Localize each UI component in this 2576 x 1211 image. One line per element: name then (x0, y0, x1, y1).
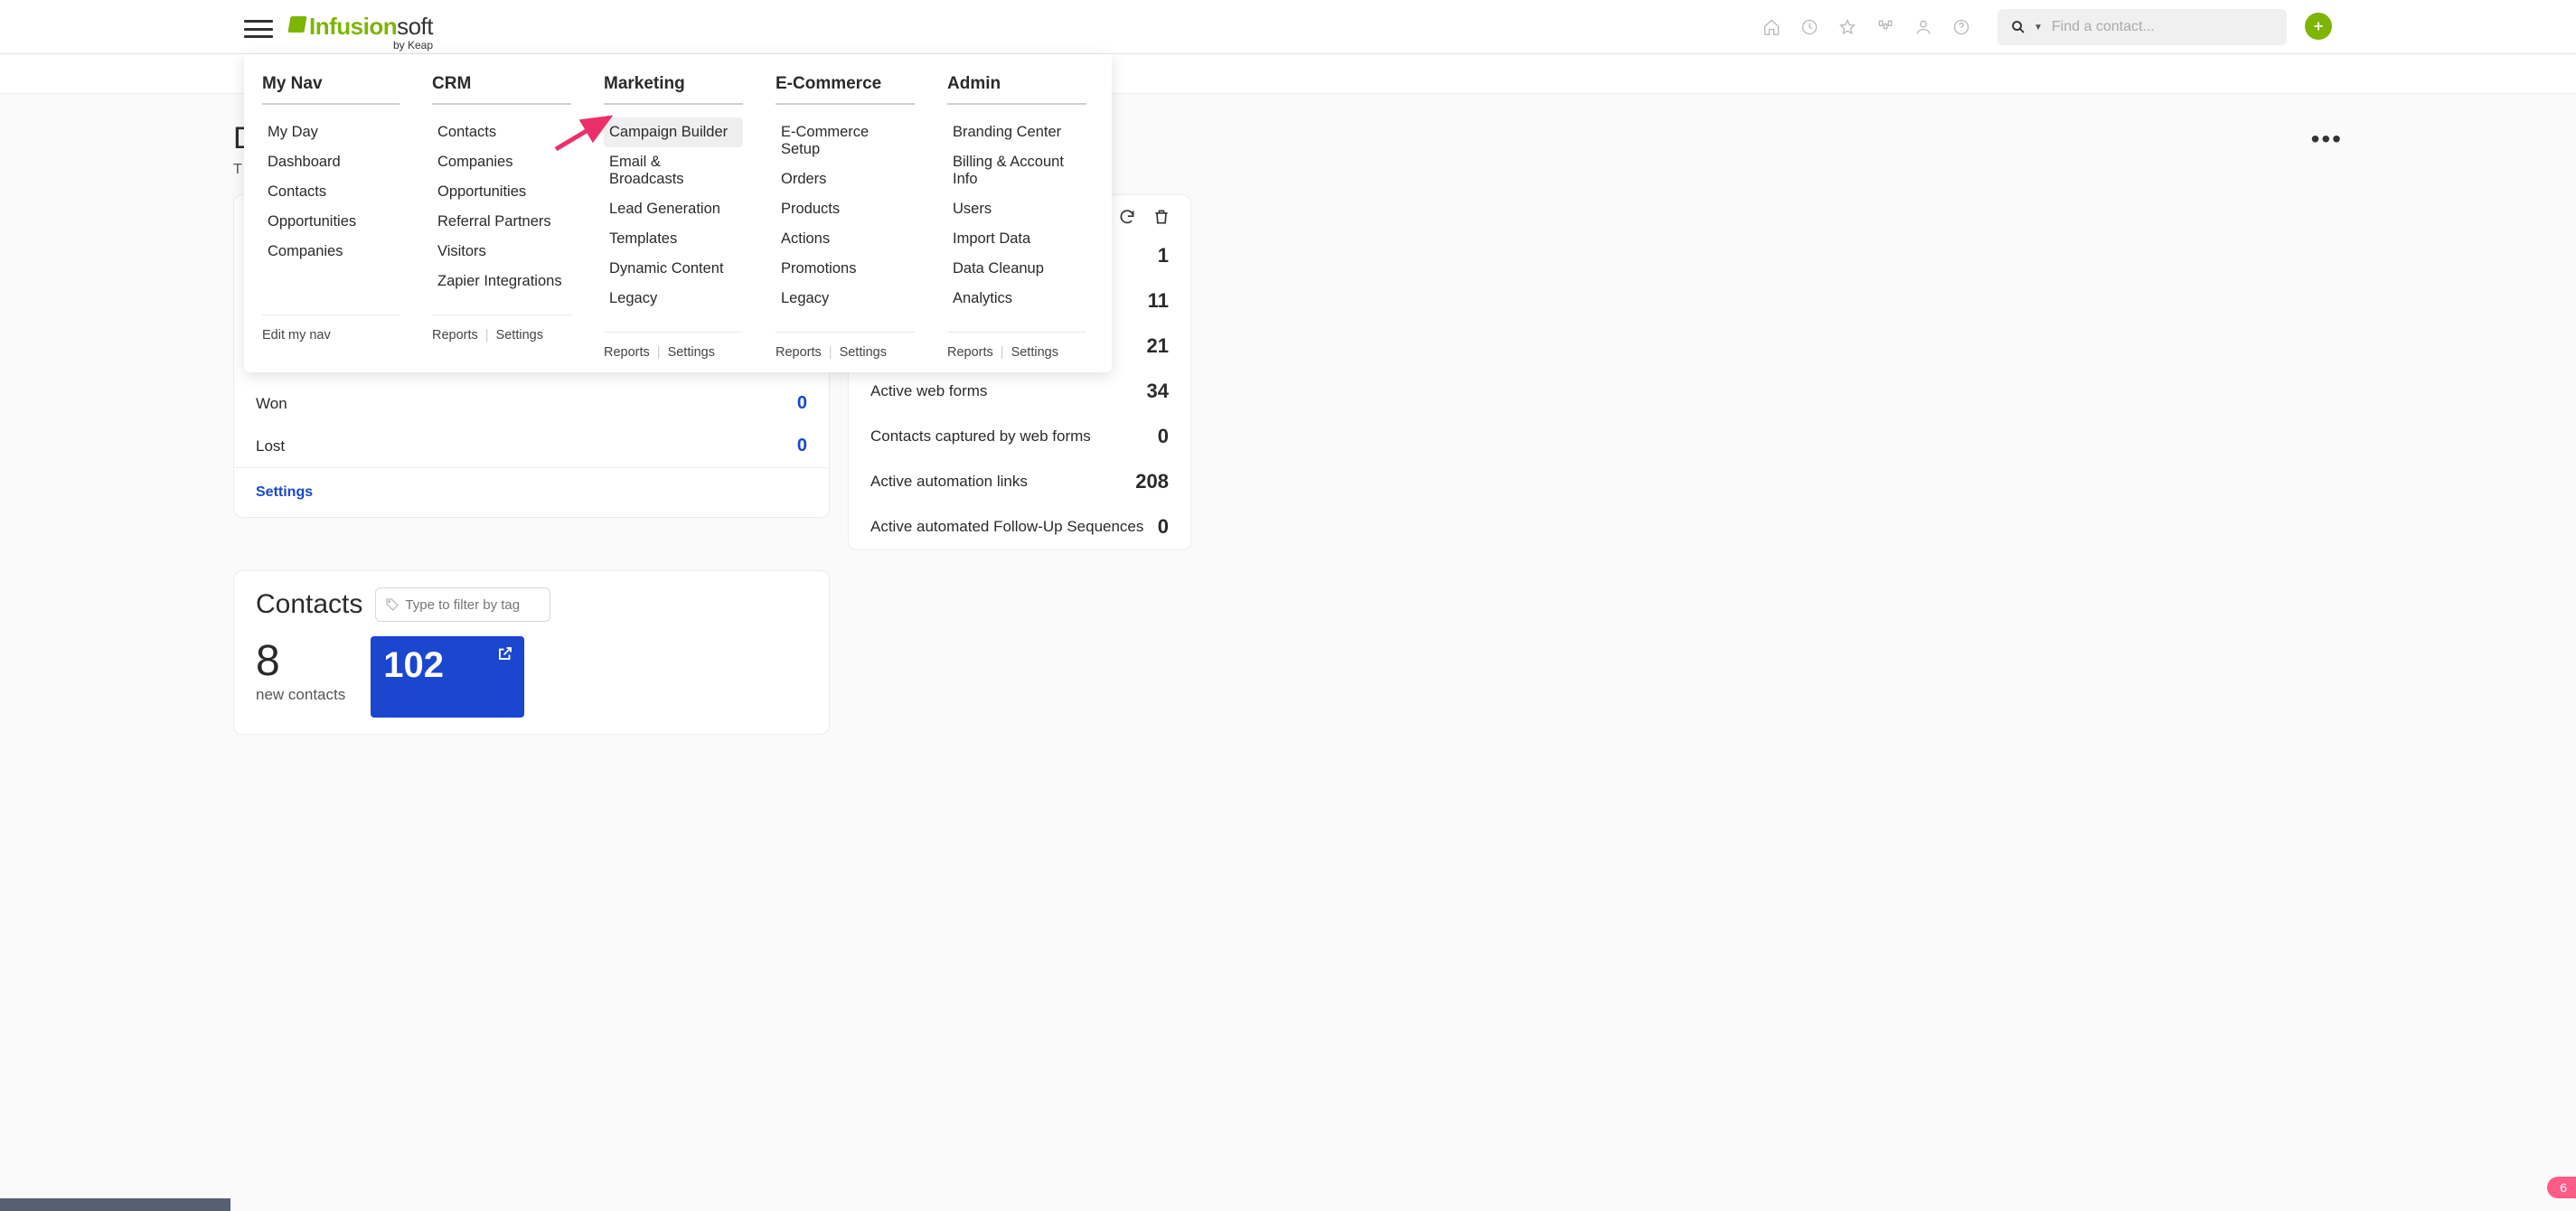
menu-item-templates[interactable]: Templates (604, 224, 743, 254)
menu-col-title: Admin (947, 74, 1086, 105)
ecommerce-settings-link[interactable]: Settings (840, 345, 887, 360)
menu-col-ecommerce: E-Commerce E-Commerce Setup Orders Produ… (759, 74, 931, 360)
menu-item-myday[interactable]: My Day (262, 117, 400, 147)
ecommerce-reports-link[interactable]: Reports (776, 345, 822, 360)
marketing-settings-link[interactable]: Settings (668, 345, 715, 360)
menu-col-title: CRM (432, 74, 571, 105)
menu-item-actions[interactable]: Actions (776, 224, 915, 254)
contacts-card-title: Contacts (256, 589, 362, 620)
tag-filter[interactable] (375, 587, 550, 622)
page-actions-menu[interactable]: ••• (2311, 125, 2343, 154)
menu-item-branding-center[interactable]: Branding Center (947, 117, 1086, 147)
admin-reports-link[interactable]: Reports (947, 345, 993, 360)
tag-filter-input[interactable] (405, 597, 541, 613)
menu-item-referral-partners[interactable]: Referral Partners (432, 207, 571, 237)
mega-menu: My Nav My Day Dashboard Contacts Opportu… (244, 54, 1112, 372)
external-link-icon (497, 645, 513, 662)
contacts-card: Contacts 8 new contacts 102 (233, 570, 830, 735)
total-contacts-tile[interactable]: 102 (371, 636, 524, 718)
new-contacts-count: 8 (256, 636, 345, 686)
menu-col-title: E-Commerce (776, 74, 915, 105)
menu-item-orders[interactable]: Orders (776, 164, 915, 194)
opps-row-won[interactable]: Won0 (234, 382, 829, 425)
search-scope-caret[interactable]: ▼ (2034, 23, 2043, 33)
opps-row-lost[interactable]: Lost0 (234, 425, 829, 467)
menu-item-legacy[interactable]: Legacy (776, 284, 915, 314)
home-icon[interactable] (1763, 18, 1781, 36)
menu-item-billing[interactable]: Billing & Account Info (947, 147, 1086, 194)
crm-settings-link[interactable]: Settings (496, 328, 543, 343)
menu-item-companies[interactable]: Companies (432, 147, 571, 177)
help-icon[interactable] (1952, 18, 1970, 36)
menu-item-opportunities[interactable]: Opportunities (262, 207, 400, 237)
menu-item-email-broadcasts[interactable]: Email & Broadcasts (604, 147, 743, 194)
menu-item-products[interactable]: Products (776, 194, 915, 224)
new-contacts-label: new contacts (256, 686, 345, 704)
menu-item-analytics[interactable]: Analytics (947, 284, 1086, 314)
menu-item-lead-generation[interactable]: Lead Generation (604, 194, 743, 224)
search-input[interactable] (2052, 19, 2276, 35)
delete-icon[interactable] (1152, 208, 1170, 226)
menu-item-opportunities[interactable]: Opportunities (432, 177, 571, 207)
activity-row: Active web forms34 (849, 369, 1190, 414)
menu-col-title: My Nav (262, 74, 400, 105)
user-icon[interactable] (1914, 18, 1932, 36)
refresh-icon[interactable] (1118, 208, 1136, 226)
brand-byline: by Keap (309, 39, 433, 52)
menu-item-import-data[interactable]: Import Data (947, 224, 1086, 254)
apps-icon[interactable] (1876, 18, 1894, 36)
crm-reports-link[interactable]: Reports (432, 328, 478, 343)
marketing-reports-link[interactable]: Reports (604, 345, 650, 360)
menu-item-legacy[interactable]: Legacy (604, 284, 743, 314)
clock-icon[interactable] (1800, 18, 1819, 36)
global-search[interactable]: ▼ (1998, 9, 2287, 45)
bottom-strip (0, 1198, 230, 1211)
edit-my-nav-link[interactable]: Edit my nav (262, 328, 331, 343)
add-button[interactable] (2305, 13, 2332, 40)
tag-icon (385, 597, 400, 612)
menu-item-contacts[interactable]: Contacts (432, 117, 571, 147)
menu-item-users[interactable]: Users (947, 194, 1086, 224)
menu-item-visitors[interactable]: Visitors (432, 237, 571, 267)
menu-col-crm: CRM Contacts Companies Opportunities Ref… (416, 74, 588, 360)
menu-col-title: Marketing (604, 74, 743, 105)
menu-item-dashboard[interactable]: Dashboard (262, 147, 400, 177)
main-menu-toggle[interactable] (244, 16, 273, 42)
topbar: Infusionsoft by Keap ▼ (0, 0, 2576, 54)
menu-item-dynamic-content[interactable]: Dynamic Content (604, 254, 743, 284)
menu-item-campaign-builder[interactable]: Campaign Builder (604, 117, 743, 147)
notification-badge[interactable]: 6 (2547, 1177, 2576, 1198)
menu-col-admin: Admin Branding Center Billing & Account … (931, 74, 1103, 360)
menu-item-ecommerce-setup[interactable]: E-Commerce Setup (776, 117, 915, 164)
menu-item-promotions[interactable]: Promotions (776, 254, 915, 284)
opps-settings-link[interactable]: Settings (234, 467, 829, 517)
menu-item-zapier[interactable]: Zapier Integrations (432, 267, 571, 296)
activity-row: Active automated Follow-Up Sequences0 (849, 504, 1190, 549)
brand-glyph-icon (287, 16, 306, 33)
search-icon (2008, 17, 2028, 37)
top-icon-row (1763, 0, 1970, 54)
menu-item-companies[interactable]: Companies (262, 237, 400, 267)
activity-row: Active automation links208 (849, 459, 1190, 504)
brand-name: Infusionsoft (309, 13, 433, 41)
admin-settings-link[interactable]: Settings (1011, 345, 1058, 360)
brand-logo[interactable]: Infusionsoft by Keap (289, 13, 433, 52)
activity-row: Contacts captured by web forms0 (849, 414, 1190, 459)
menu-item-data-cleanup[interactable]: Data Cleanup (947, 254, 1086, 284)
star-icon[interactable] (1838, 18, 1857, 36)
menu-col-mynav: My Nav My Day Dashboard Contacts Opportu… (244, 74, 416, 360)
menu-item-contacts[interactable]: Contacts (262, 177, 400, 207)
menu-col-marketing: Marketing Campaign Builder Email & Broad… (588, 74, 759, 360)
